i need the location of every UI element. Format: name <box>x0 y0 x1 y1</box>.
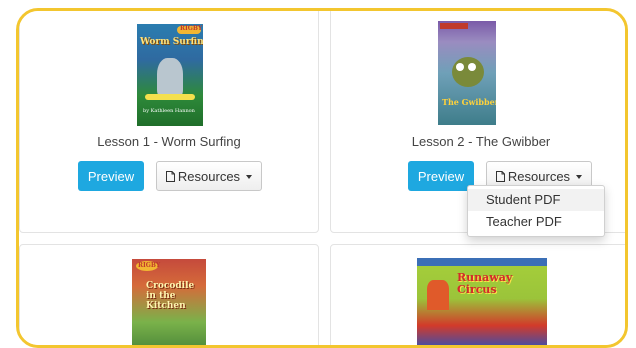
lesson-card: RIGBY Worm Surfing by Kathleen Hannon Le… <box>19 11 319 233</box>
resources-label: Resources <box>177 168 241 184</box>
caret-down-icon <box>246 174 253 179</box>
preview-button[interactable]: Preview <box>78 161 144 191</box>
book-cover-worm-surfing[interactable]: RIGBY Worm Surfing by Kathleen Hannon <box>137 24 203 126</box>
menu-item-teacher-pdf[interactable]: Teacher PDF <box>468 211 604 233</box>
preview-button[interactable]: Preview <box>408 161 474 191</box>
document-icon <box>165 170 175 182</box>
lesson-card: RIGBY Crocodile in the Kitchen <box>19 244 319 345</box>
menu-item-student-pdf[interactable]: Student PDF <box>468 189 604 211</box>
resources-dropdown-menu: Student PDF Teacher PDF <box>467 185 605 237</box>
lesson-title: Lesson 2 - The Gwibber <box>411 134 551 149</box>
resources-label: Resources <box>507 168 571 184</box>
lessons-panel: RIGBY Worm Surfing by Kathleen Hannon Le… <box>16 8 628 348</box>
lesson-card: Runaway Circus <box>330 244 625 345</box>
caret-down-icon <box>576 174 583 179</box>
book-cover-crocodile-in-the-kitchen[interactable]: RIGBY Crocodile in the Kitchen <box>132 259 206 345</box>
lesson-title: Lesson 1 - Worm Surfing <box>97 134 241 149</box>
book-cover-runaway-circus[interactable]: Runaway Circus <box>417 258 547 345</box>
resources-button[interactable]: Resources <box>156 161 262 191</box>
book-cover-the-gwibber[interactable]: The Gwibber <box>438 21 496 125</box>
document-icon <box>495 170 505 182</box>
